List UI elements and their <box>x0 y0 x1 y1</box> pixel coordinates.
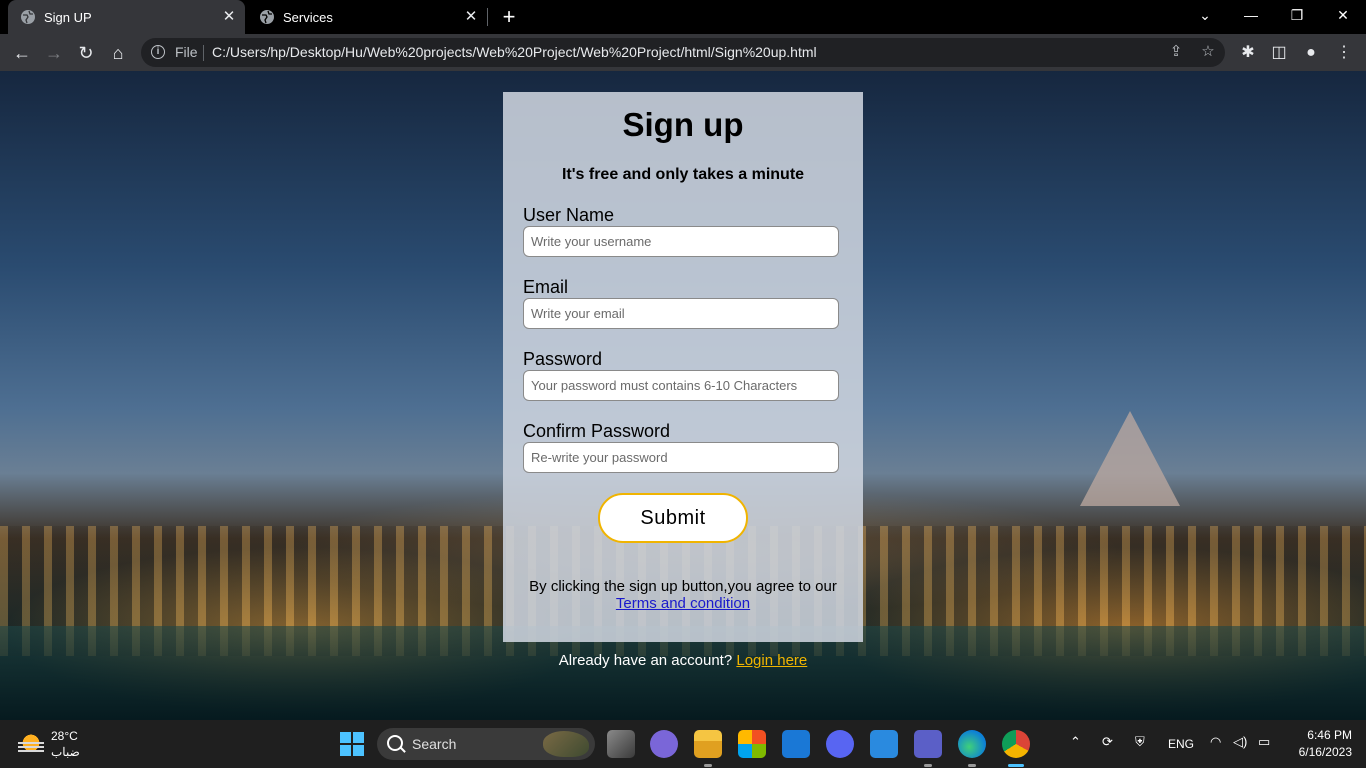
terms-notice-text: By clicking the sign up button,you agree… <box>529 578 837 595</box>
close-tab-icon[interactable]: ✕ <box>221 9 237 25</box>
edge-icon[interactable] <box>958 730 986 758</box>
browser-toolbar: ← → ↻ ⌂ i File C:/Users/hp/Desktop/Hu/We… <box>0 34 1366 71</box>
info-icon[interactable]: i <box>151 45 165 59</box>
task-view-icon[interactable] <box>607 730 635 758</box>
weather-temp: 28°C <box>51 729 78 743</box>
tent-roof <box>1080 411 1180 506</box>
show-hidden-icons[interactable]: ⌃ <box>1070 734 1081 750</box>
sync-icon[interactable]: ⟳ <box>1102 734 1113 750</box>
search-icon <box>387 735 403 751</box>
home-button[interactable]: ⌂ <box>105 40 131 66</box>
address-bar[interactable]: i File C:/Users/hp/Desktop/Hu/Web%20proj… <box>141 38 1225 67</box>
chrome-icon[interactable] <box>1002 730 1030 758</box>
email-input[interactable] <box>523 298 839 329</box>
discord-icon[interactable] <box>826 730 854 758</box>
scheme-label: File <box>175 44 198 60</box>
tab-separator <box>487 8 488 26</box>
reload-button[interactable]: ↻ <box>73 40 99 66</box>
weather-condition: ضباب <box>51 745 80 759</box>
page-title: Sign up <box>622 106 744 143</box>
windows-logo-icon <box>340 745 351 756</box>
teams-icon[interactable] <box>914 730 942 758</box>
running-indicator <box>704 764 712 767</box>
back-button[interactable]: ← <box>9 40 35 66</box>
page-background: Sign up It's free and only takes a minut… <box>0 71 1366 720</box>
mail-icon[interactable] <box>782 730 810 758</box>
running-indicator <box>924 764 932 767</box>
side-panel-icon[interactable]: ◫ <box>1268 42 1290 64</box>
page-subtitle: It's free and only takes a minute <box>561 166 805 183</box>
volume-icon[interactable]: ◁) <box>1233 734 1247 750</box>
terms-notice: By clicking the sign up button,you agree… <box>503 578 863 612</box>
chat-icon[interactable] <box>650 730 678 758</box>
fog-lines-icon <box>18 742 44 752</box>
running-indicator <box>968 764 976 767</box>
vscode-icon[interactable] <box>870 730 898 758</box>
globe-icon <box>260 10 274 24</box>
bookmark-star-icon[interactable]: ☆ <box>1199 43 1217 61</box>
username-input[interactable] <box>523 226 839 257</box>
windows-logo-icon <box>340 732 351 743</box>
email-label: Email <box>523 277 569 297</box>
password-input[interactable] <box>523 370 839 401</box>
terms-link[interactable]: Terms and condition <box>616 595 750 612</box>
running-indicator-active <box>1008 764 1024 767</box>
search-label: Search <box>412 736 457 752</box>
microsoft-store-icon[interactable] <box>738 730 766 758</box>
tab-sign-up[interactable]: Sign UP ✕ <box>8 0 245 34</box>
clock-date[interactable]: 6/16/2023 <box>1286 745 1352 759</box>
language-indicator[interactable]: ENG <box>1168 737 1194 751</box>
tab-search-icon[interactable]: ⌄ <box>1185 0 1225 30</box>
menu-icon[interactable]: ⋮ <box>1333 42 1355 64</box>
minimize-button[interactable]: — <box>1231 0 1271 30</box>
username-label: User Name <box>523 205 615 225</box>
taskbar-search[interactable]: Search <box>377 728 595 760</box>
globe-icon <box>21 10 35 24</box>
login-prompt: Already have an account? Login here <box>503 652 863 669</box>
close-window-button[interactable]: ✕ <box>1323 0 1363 30</box>
taskbar: 28°C ضباب Search ⌃ ⟳ ⛨ ENG ◠ ◁) ▭ 6:46 P… <box>0 720 1366 768</box>
file-explorer-icon[interactable] <box>694 730 722 758</box>
new-tab-button[interactable]: + <box>499 6 519 28</box>
confirm-password-input[interactable] <box>523 442 839 473</box>
restore-button[interactable]: ❐ <box>1277 0 1317 30</box>
login-link[interactable]: Login here <box>736 652 807 669</box>
windows-logo-icon <box>353 745 364 756</box>
address-divider <box>203 45 204 61</box>
submit-button[interactable]: Submit <box>598 493 748 543</box>
clock-time[interactable]: 6:46 PM <box>1300 728 1352 742</box>
search-highlight-image <box>543 731 589 757</box>
tab-strip: Sign UP ✕ Services ✕ + ⌄ — ❐ ✕ <box>0 0 1366 34</box>
share-icon[interactable]: ⇪ <box>1167 43 1185 61</box>
password-label: Password <box>523 349 603 369</box>
confirm-password-label: Confirm Password <box>523 421 671 441</box>
login-prompt-text: Already have an account? <box>558 652 733 669</box>
tab-services[interactable]: Services ✕ <box>247 0 487 34</box>
battery-icon[interactable]: ▭ <box>1258 734 1270 750</box>
security-shield-icon[interactable]: ⛨ <box>1135 734 1145 750</box>
forward-button[interactable]: → <box>41 40 67 66</box>
windows-logo-icon <box>353 732 364 743</box>
start-button[interactable] <box>340 732 364 756</box>
tab-title: Services <box>283 9 333 25</box>
close-tab-icon[interactable]: ✕ <box>463 9 479 25</box>
extensions-icon[interactable]: ✱ <box>1237 42 1259 64</box>
wifi-icon[interactable]: ◠ <box>1210 734 1221 750</box>
profile-icon[interactable]: ● <box>1300 42 1322 64</box>
url-text[interactable]: C:/Users/hp/Desktop/Hu/Web%20projects/We… <box>212 44 817 60</box>
tab-title: Sign UP <box>44 9 92 25</box>
signup-card: Sign up It's free and only takes a minut… <box>503 92 863 642</box>
